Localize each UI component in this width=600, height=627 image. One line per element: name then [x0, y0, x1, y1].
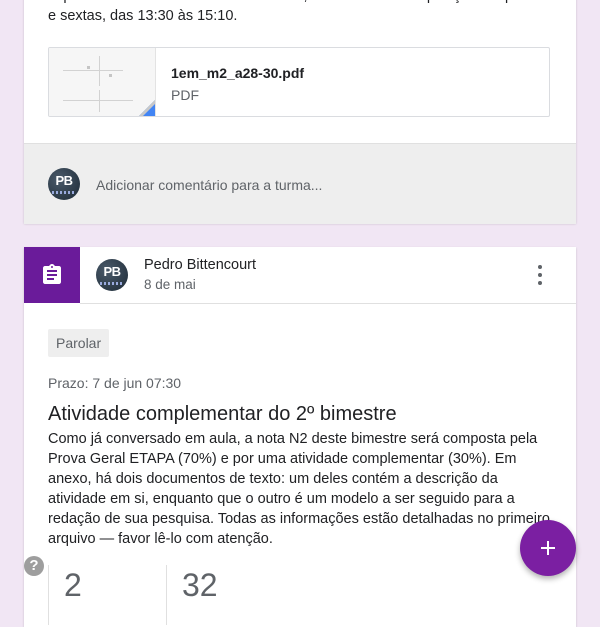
- stat-count-2[interactable]: 32: [182, 567, 218, 604]
- author-avatar: PB: [96, 259, 128, 291]
- attachment-file-name[interactable]: 1em_m2_a28-30.pdf: [171, 65, 304, 81]
- pdf-thumbnail: [49, 48, 156, 116]
- stat-count-1[interactable]: 2: [64, 567, 82, 604]
- stream-post-card: espelhos esféricos. No caso de dúvidas, …: [24, 0, 576, 224]
- header-divider: [80, 303, 576, 304]
- more-options-icon[interactable]: [528, 263, 552, 287]
- plus-icon: [541, 541, 555, 555]
- author-name: Pedro Bittencourt: [144, 257, 257, 273]
- assignment-type-badge: [24, 247, 80, 303]
- clipboard-icon: [43, 264, 61, 284]
- post-body-text: espelhos esféricos. No caso de dúvidas, …: [48, 0, 549, 24]
- post-date: 8 de mai: [144, 277, 196, 292]
- add-class-comment-input[interactable]: Adicionar comentário para a turma...: [96, 177, 536, 193]
- add-fab-button[interactable]: [520, 520, 576, 576]
- attachment-card[interactable]: 1em_m2_a28-30.pdf PDF: [48, 47, 550, 117]
- assignment-card: PB Pedro Bittencourt 8 de mai Parolar Pr…: [24, 247, 576, 627]
- avatar: PB: [48, 168, 80, 200]
- assignment-title[interactable]: Atividade complementar do 2º bimestre: [48, 403, 397, 426]
- help-icon[interactable]: ?: [24, 556, 44, 576]
- due-date: Prazo: 7 de jun 07:30: [48, 375, 182, 391]
- pdf-badge-icon: [139, 100, 155, 116]
- attachment-file-type: PDF: [171, 87, 199, 103]
- class-comment-bar: PB Adicionar comentário para a turma...: [24, 143, 576, 224]
- topic-chip[interactable]: Parolar: [48, 329, 110, 357]
- assignment-description: Como já conversado em aula, a nota N2 de…: [48, 431, 550, 547]
